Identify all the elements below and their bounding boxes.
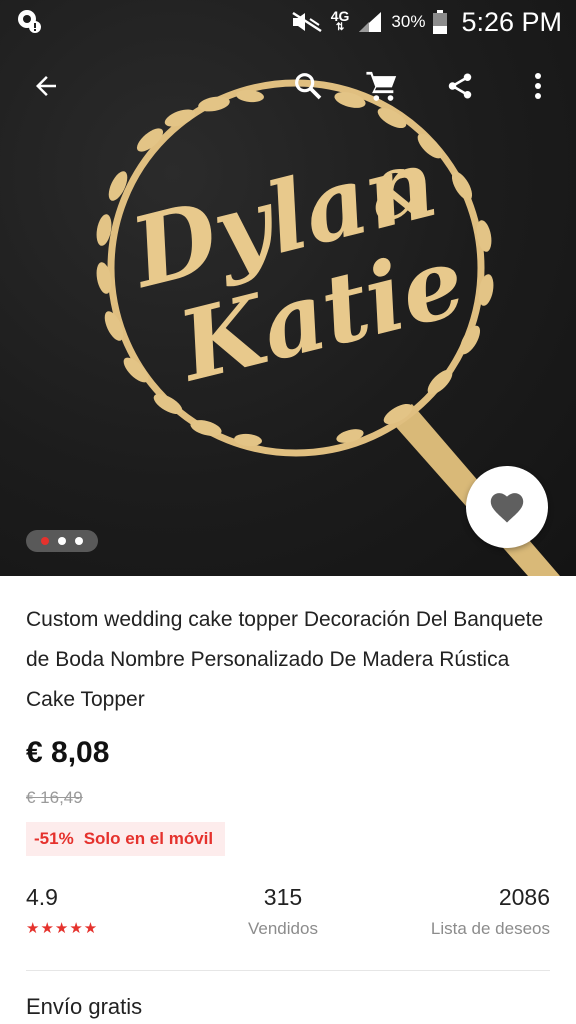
share-button[interactable] — [434, 58, 486, 114]
clock: 5:26 PM — [461, 6, 562, 37]
product-info: Custom wedding cake topper Decoración De… — [0, 576, 576, 1024]
status-bar: 4G ⇅ 30% 5:26 PM — [0, 0, 576, 44]
cart-button[interactable] — [356, 58, 408, 114]
rating-value: 4.9 — [26, 884, 58, 910]
battery-icon — [433, 10, 448, 34]
app-toolbar — [0, 58, 576, 114]
search-button[interactable] — [282, 58, 334, 114]
network-type: 4G ⇅ — [330, 8, 350, 33]
image-pager — [26, 530, 98, 552]
wishlist-stat: 2086 Lista de deseos — [431, 884, 550, 939]
pager-dot — [75, 537, 83, 545]
product-price: € 8,08 — [26, 736, 110, 769]
search-icon — [295, 73, 322, 100]
cart-icon — [366, 71, 397, 101]
discount-percent: -51% — [34, 829, 74, 848]
promo-label: Solo en el móvil — [83, 829, 214, 848]
vpn-alert-icon — [18, 10, 41, 33]
heart-icon — [490, 493, 524, 523]
wishlist-count: 2086 — [498, 884, 550, 910]
sold-count: 315 — [263, 884, 303, 910]
wishlist-label: Lista de deseos — [430, 919, 550, 938]
signal-icon — [359, 12, 382, 32]
rating-stars-icon: ★★★★★ — [26, 920, 99, 937]
battery-percent: 30% — [391, 12, 426, 31]
pager-dot — [58, 537, 66, 545]
promo-badge: -51% Solo en el móvil — [26, 822, 226, 856]
more-options-button[interactable] — [512, 58, 564, 114]
sold-stat: 315 Vendidos — [248, 884, 318, 939]
product-stats: 4.9 ★★★★★ 315 Vendidos 2086 Lista de des… — [26, 884, 550, 944]
original-price: € 16,49 — [26, 788, 83, 807]
notification-icons — [16, 8, 42, 39]
back-button[interactable] — [20, 58, 72, 114]
product-title: Custom wedding cake topper Decoración De… — [26, 608, 544, 711]
mute-icon — [292, 11, 322, 33]
share-icon — [448, 73, 472, 99]
back-arrow-icon — [36, 76, 56, 96]
status-indicators: 4G ⇅ 30% 5:26 PM — [291, 4, 562, 40]
more-vert-icon — [535, 73, 541, 99]
divider — [26, 970, 550, 971]
wishlist-button[interactable] — [466, 466, 548, 548]
shipping-info[interactable]: Envío gratis — [26, 994, 142, 1020]
rating-stat[interactable]: 4.9 ★★★★★ — [26, 884, 98, 937]
pager-dot — [41, 537, 49, 545]
sold-label: Vendidos — [248, 919, 318, 938]
